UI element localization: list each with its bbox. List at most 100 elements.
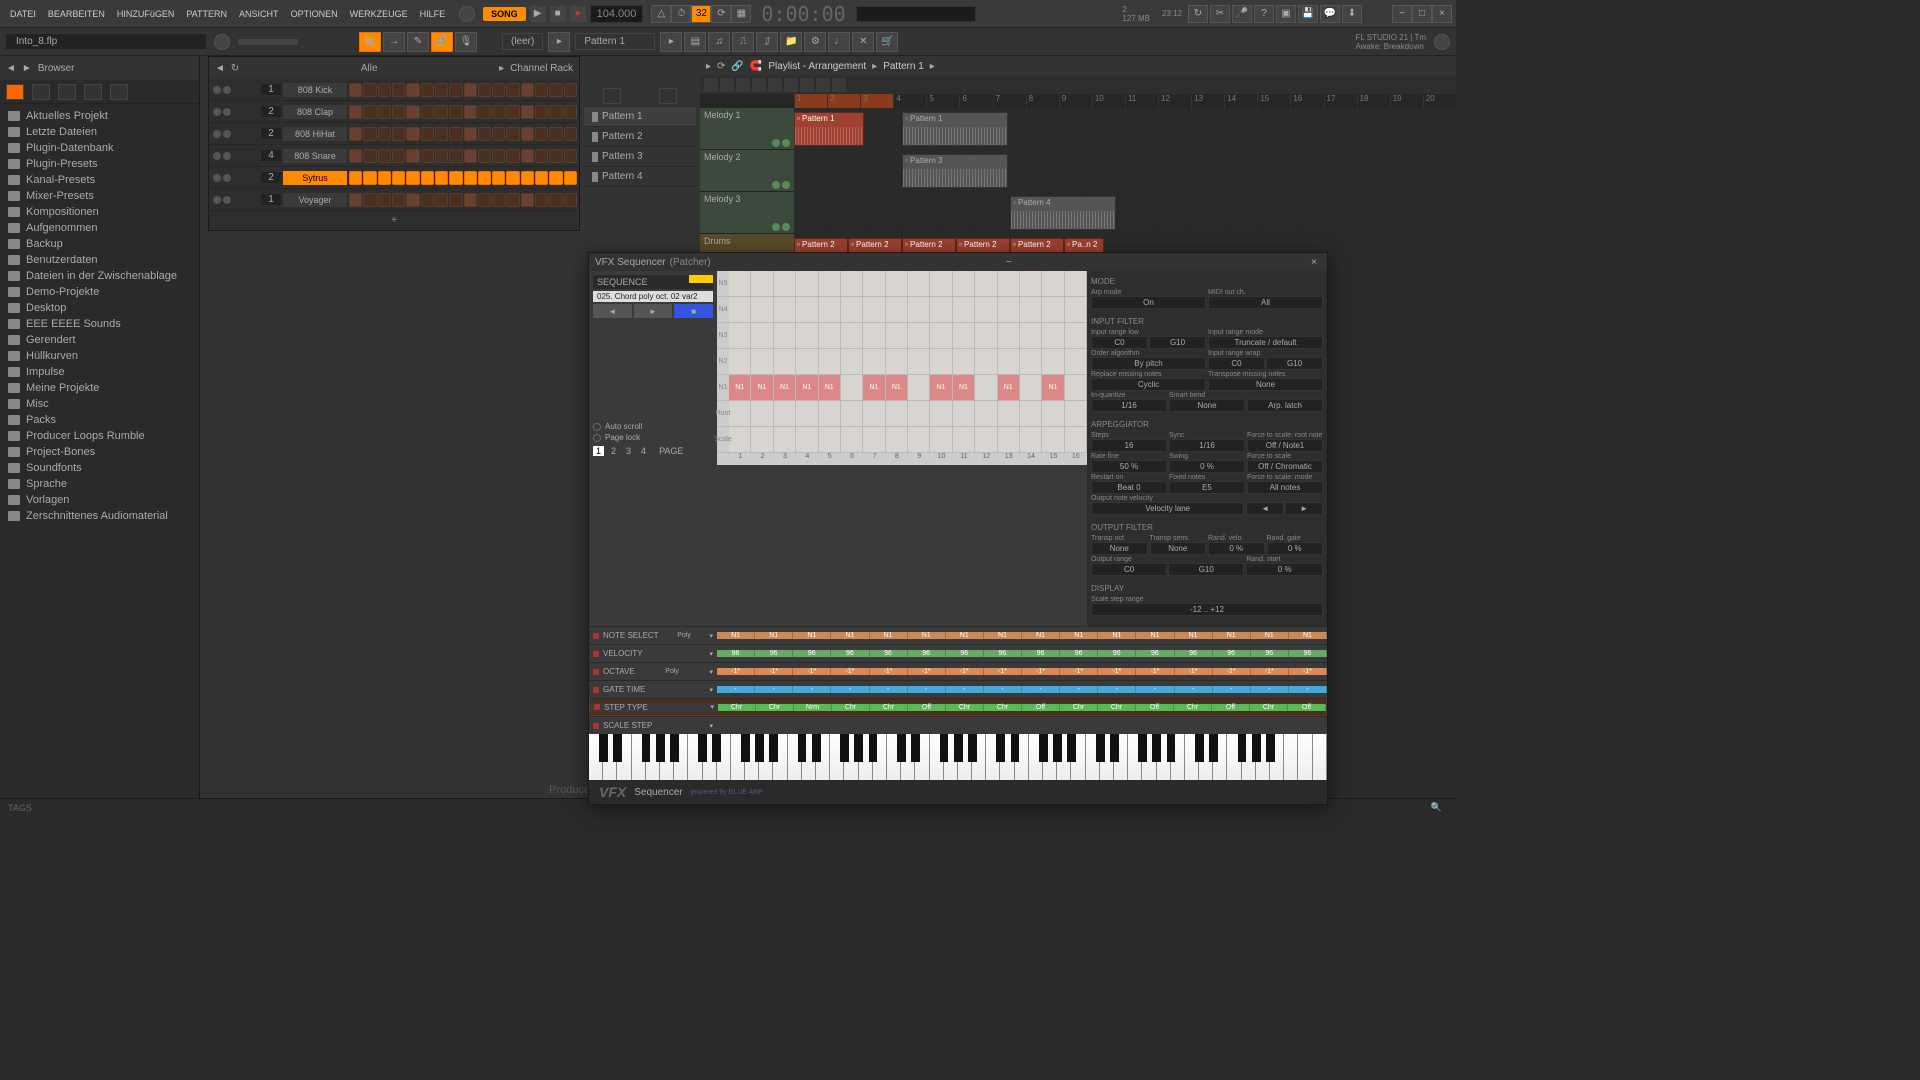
track-mute-button[interactable] — [772, 181, 780, 189]
step-cell[interactable] — [421, 105, 434, 119]
lane-cell[interactable]: - — [831, 686, 869, 693]
step-cell[interactable] — [506, 127, 519, 141]
step-cell[interactable] — [435, 171, 448, 185]
mixer-button[interactable]: 🔗 — [431, 32, 453, 52]
lane-cell[interactable]: - — [1213, 686, 1251, 693]
step-cell[interactable] — [478, 83, 491, 97]
tags-label[interactable]: TAGS — [8, 803, 32, 813]
playlist-clip-3[interactable]: ▫ Pattern 4 — [1010, 196, 1116, 230]
lane-dropdown-icon[interactable]: ▾ — [709, 686, 713, 694]
lane-cell[interactable]: N1 — [946, 632, 984, 639]
channel-solo-button[interactable] — [223, 86, 231, 94]
lane-cell[interactable]: - — [793, 686, 831, 693]
black-key[interactable] — [1096, 734, 1105, 762]
black-key[interactable] — [1067, 734, 1076, 762]
vfx-orlo-value[interactable]: C0 — [1091, 563, 1167, 576]
seq-cell[interactable] — [953, 271, 975, 296]
lane-cell[interactable]: - — [717, 686, 755, 693]
lane-cell[interactable]: -1* — [870, 668, 908, 675]
seq-cell[interactable] — [819, 427, 841, 452]
channel-name[interactable]: 808 HiHat — [283, 127, 347, 141]
channel-solo-button[interactable] — [223, 108, 231, 116]
seq-cell[interactable] — [1042, 271, 1064, 296]
browser-item-0[interactable]: Aktuelles Projekt — [0, 108, 199, 124]
browser-item-20[interactable]: Producer Loops Rumble — [0, 428, 199, 444]
seq-cell[interactable] — [908, 349, 930, 374]
channel-name[interactable]: 808 Kick — [283, 83, 347, 97]
time-display[interactable]: 0:00:00 — [761, 2, 845, 26]
window-minimize-button[interactable]: − — [1392, 5, 1412, 23]
black-key[interactable] — [1011, 734, 1020, 762]
lane-cell[interactable]: -1* — [1060, 668, 1098, 675]
step-cell[interactable] — [421, 149, 434, 163]
black-key[interactable] — [854, 734, 863, 762]
step-cell[interactable] — [406, 105, 419, 119]
browser-item-25[interactable]: Zerschnittenes Audiomaterial — [0, 508, 199, 524]
step-cell[interactable] — [521, 171, 534, 185]
seq-cell[interactable]: N1 — [774, 375, 796, 400]
seq-cell[interactable] — [774, 401, 796, 426]
channel-mute-button[interactable] — [213, 130, 221, 138]
lane-cell[interactable]: 96 — [755, 650, 793, 657]
feedback-button[interactable]: 💬 — [1320, 5, 1340, 23]
vfx-page-1[interactable]: 1 — [593, 446, 604, 456]
seq-cell[interactable] — [908, 375, 930, 400]
seq-cell[interactable] — [930, 323, 952, 348]
seq-cell[interactable] — [751, 323, 773, 348]
song-mode-button[interactable]: SONG — [483, 7, 526, 21]
lane-cell[interactable]: 96 — [1175, 650, 1213, 657]
lane-cell[interactable]: -1* — [984, 668, 1022, 675]
channel-rack-button[interactable]: ✎ — [407, 32, 429, 52]
step-cell[interactable] — [363, 105, 376, 119]
step-cell[interactable] — [378, 149, 391, 163]
step-cell[interactable] — [564, 105, 577, 119]
track-solo-button[interactable] — [782, 181, 790, 189]
download-button[interactable]: ⬇ — [1342, 5, 1362, 23]
lane-cell[interactable]: N1 — [1136, 632, 1174, 639]
browser-item-17[interactable]: Meine Projekte — [0, 380, 199, 396]
loop-button[interactable]: ⟳ — [711, 5, 731, 23]
lane-cell[interactable]: Nrm — [794, 704, 832, 711]
vfx-arpmode-value[interactable]: On — [1091, 296, 1206, 309]
seq-cell[interactable] — [930, 297, 952, 322]
vfx-ftsm-value[interactable]: All notes — [1247, 481, 1323, 494]
browser-item-14[interactable]: Gerendert — [0, 332, 199, 348]
black-key[interactable] — [798, 734, 807, 762]
black-key[interactable] — [1167, 734, 1176, 762]
browser-item-15[interactable]: Hüllkurven — [0, 348, 199, 364]
pattern-item-3[interactable]: Pattern 4 — [584, 167, 696, 186]
lane-cell[interactable]: 96 — [831, 650, 869, 657]
lane-cell[interactable]: 96 — [717, 650, 755, 657]
cr-refresh-icon[interactable]: ↻ — [231, 63, 239, 74]
step-cell[interactable] — [478, 149, 491, 163]
lane-cell[interactable]: N1 — [1098, 632, 1136, 639]
browser-item-3[interactable]: Plugin-Presets — [0, 156, 199, 172]
browser-item-1[interactable]: Letzte Dateien — [0, 124, 199, 140]
vfx-rgate-value[interactable]: 0 % — [1267, 542, 1324, 555]
step-cell[interactable] — [392, 83, 405, 97]
menu-bearbeiten[interactable]: BEARBEITEN — [42, 9, 111, 19]
seq-cell[interactable] — [930, 349, 952, 374]
seq-cell[interactable] — [975, 427, 997, 452]
step-cell[interactable] — [421, 83, 434, 97]
search-icon[interactable]: 🔍 — [1431, 802, 1442, 813]
vfx-preset-selector[interactable]: 025. Chord poly oct. 02 var2 — [593, 291, 713, 302]
seq-cell[interactable] — [975, 323, 997, 348]
step-cell[interactable] — [506, 149, 519, 163]
step-cell[interactable] — [549, 193, 562, 207]
help-button[interactable]: ? — [1254, 5, 1274, 23]
record-button[interactable]: ● — [570, 6, 586, 22]
channel-name[interactable]: Voyager — [283, 193, 347, 207]
lane-cell[interactable]: - — [1289, 686, 1327, 693]
seq-cell[interactable] — [796, 323, 818, 348]
step-cell[interactable] — [349, 171, 362, 185]
lane-cell[interactable]: 96 — [1289, 650, 1327, 657]
step-cell[interactable] — [521, 193, 534, 207]
menu-ansicht[interactable]: ANSICHT — [233, 9, 285, 19]
save-button[interactable]: 💾 — [1298, 5, 1318, 23]
vfx-chrom-value[interactable]: Off / Chromatic — [1247, 460, 1323, 473]
seq-cell[interactable] — [774, 297, 796, 322]
step-cell[interactable] — [549, 149, 562, 163]
cr-filter[interactable]: Alle — [245, 63, 493, 74]
seq-cell[interactable]: N1 — [930, 375, 952, 400]
